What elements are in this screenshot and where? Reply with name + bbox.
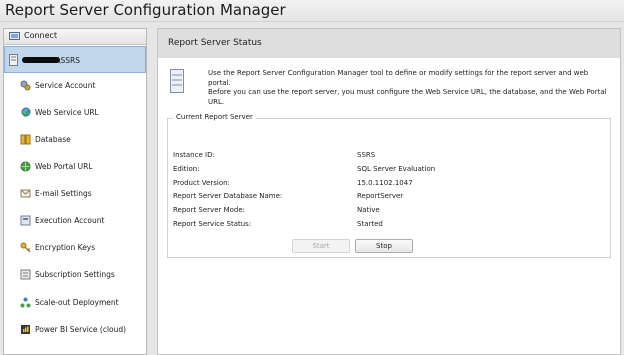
info-row-database-name: Report Server Database Name: ReportServe… [173,192,603,204]
report-server-icon [170,69,184,93]
info-row-server-mode: Report Server Mode: Native [173,206,603,218]
sidebar-item-label: Scale-out Deployment [35,298,119,307]
stop-button[interactable]: Stop [355,239,413,253]
subscription-settings-icon [20,269,31,280]
start-button[interactable]: Start [292,239,350,253]
sidebar-item-web-service-url[interactable]: Web Service URL [4,100,146,126]
server-node[interactable]: \SSRS [4,46,146,73]
sidebar-item-encryption-keys[interactable]: Encryption Keys [4,235,146,261]
info-value: SQL Server Evaluation [357,165,436,173]
connect-button[interactable]: Connect [4,29,146,45]
info-label: Report Service Status: [173,220,252,228]
database-icon [20,134,31,145]
scale-out-deployment-icon [20,297,31,308]
power-bi-icon [21,325,30,334]
info-label: Report Server Database Name: [173,192,283,200]
info-row-service-status: Report Service Status: Started [173,220,603,232]
server-name: \SSRS [58,56,81,65]
sidebar-item-label: Encryption Keys [35,243,96,252]
intro-line: Use the Report Server Configuration Mana… [208,69,589,87]
sidebar-item-label: Web Portal URL [35,162,93,171]
sidebar-item-web-portal-url[interactable]: Web Portal URL [4,154,146,180]
sidebar-item-label: Power BI Service (cloud) [35,325,127,334]
service-account-icon [20,80,31,91]
connect-icon [9,32,20,40]
email-icon [20,189,31,198]
sidebar-item-scale-out-deployment[interactable]: Scale-out Deployment [4,290,146,316]
web-portal-url-icon [20,161,31,172]
sidebar-item-label: Database [35,135,71,144]
intro-line: Before you can use the report server, yo… [208,88,607,96]
info-value: 15.0.1102.1047 [357,179,413,187]
sidebar-item-service-account[interactable]: Service Account [4,73,146,99]
server-icon [9,54,18,66]
info-row-product-version: Product Version: 15.0.1102.1047 [173,179,603,191]
web-service-url-icon [21,107,31,118]
encryption-keys-icon [20,242,31,253]
main-panel: Report Server Status Use the Report Serv… [157,28,621,355]
info-value: ReportServer [357,192,404,200]
intro-line: URL. [208,97,225,106]
panel-header: Report Server Status [158,29,620,58]
group-title: Current Report Server [173,113,256,121]
info-row-instance-id: Instance ID: SSRS [173,151,603,163]
execution-account-icon [20,215,31,226]
intro-text: Use the Report Server Configuration Mana… [208,69,608,107]
current-report-server-group: Current Report Server Instance ID: SSRS … [167,113,611,258]
sidebar-item-label: Subscription Settings [35,270,115,279]
sidebar-item-subscription-settings[interactable]: Subscription Settings [4,262,146,288]
info-value: Native [357,206,380,214]
title-bar: Report Server Configuration Manager [0,0,624,22]
sidebar-item-power-bi-service[interactable]: Power BI Service (cloud) [4,317,146,343]
sidebar-item-label: Service Account [35,81,96,90]
sidebar: Connect \SSRS Service Account Web Servic… [3,28,147,355]
connect-label: Connect [24,31,58,40]
info-value: SSRS [357,151,376,159]
info-value: Started [357,220,383,228]
redacted-server-name [22,57,60,63]
sidebar-item-label: Web Service URL [35,108,99,117]
sidebar-item-label: E-mail Settings [35,189,92,198]
info-label: Instance ID: [173,151,215,159]
sidebar-item-email-settings[interactable]: E-mail Settings [4,181,146,207]
info-row-edition: Edition: SQL Server Evaluation [173,165,603,177]
sidebar-item-database[interactable]: Database [4,127,146,153]
sidebar-item-label: Execution Account [35,216,105,225]
info-label: Report Server Mode: [173,206,246,214]
page-title: Report Server Status [168,38,262,48]
sidebar-item-execution-account[interactable]: Execution Account [4,208,146,234]
info-label: Product Version: [173,179,230,187]
info-label: Edition: [173,165,200,173]
app-title: Report Server Configuration Manager [5,1,286,19]
